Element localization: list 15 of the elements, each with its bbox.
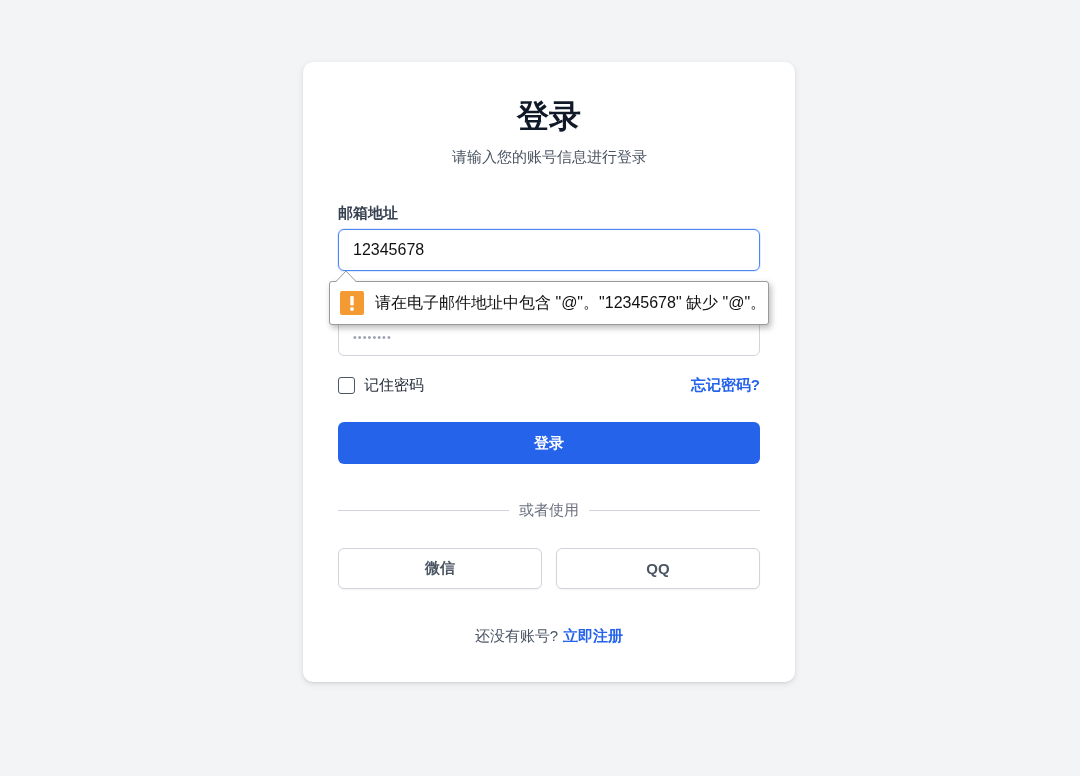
remember-checkbox[interactable] bbox=[338, 376, 355, 394]
signup-prompt: 还没有账号? bbox=[474, 626, 559, 646]
email-field[interactable]: 12345678 bbox=[338, 229, 760, 271]
social-login-button[interactable]: 微信 bbox=[338, 548, 542, 589]
forgot-password-link[interactable]: 忘记密码? bbox=[690, 375, 760, 395]
remember-label[interactable]: 记住密码 bbox=[364, 375, 424, 395]
warning-icon bbox=[340, 291, 364, 315]
login-button[interactable]: 登录 bbox=[338, 422, 760, 464]
email-label: 邮箱地址 bbox=[338, 203, 398, 223]
login-subtitle: 请输入您的账号信息进行登录 bbox=[451, 147, 647, 167]
login-title: 登录 bbox=[517, 97, 581, 136]
validation-message: 请在电子邮件地址中包含 "@"。"12345678" 缺少 "@"。 bbox=[375, 292, 767, 313]
divider-text: 或者使用 bbox=[519, 500, 579, 520]
social-login-button[interactable]: QQ bbox=[556, 548, 760, 589]
signup-link[interactable]: 立即注册 bbox=[563, 625, 624, 647]
